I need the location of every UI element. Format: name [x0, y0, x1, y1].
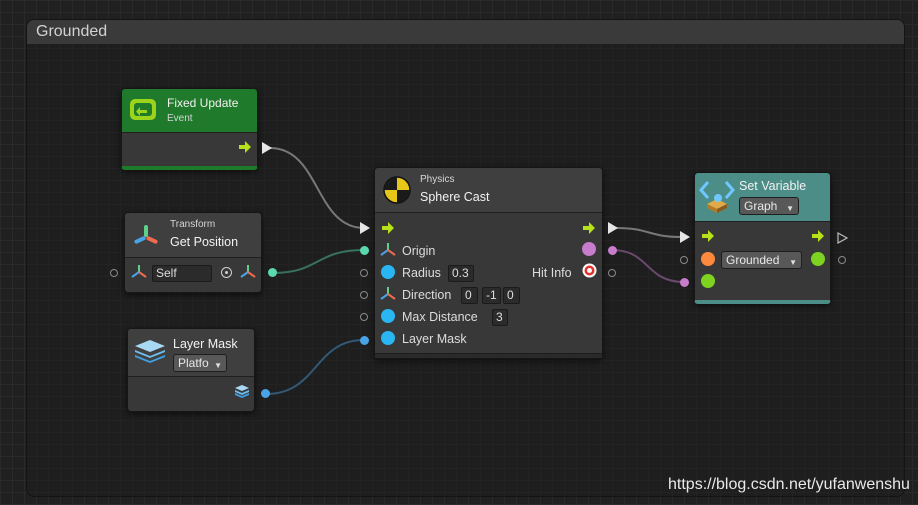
sphere-cast-footer: [375, 353, 602, 358]
get-position-target-port[interactable]: [110, 269, 118, 277]
radius-label: Radius: [402, 266, 441, 280]
variable-code-icon: [699, 181, 735, 213]
bool-input-port-icon: [701, 274, 715, 288]
layer-mask-dropdown[interactable]: Platfo ▼: [173, 354, 227, 372]
vector3-output-icon: [240, 265, 256, 278]
max-distance-field[interactable]: 3: [492, 309, 508, 326]
layer-stack-icon: [135, 340, 165, 363]
flow-in-arrow-icon[interactable]: [702, 230, 715, 242]
set-variable-bool-in-port[interactable]: [680, 278, 689, 287]
get-position-header: Transform Get Position: [125, 213, 261, 258]
chevron-down-icon: ▼: [214, 361, 222, 370]
set-variable-flow-out-port[interactable]: [837, 232, 848, 244]
set-variable-header: Set Variable Graph ▼: [695, 173, 830, 222]
sphere-cast-flow-in-port[interactable]: [360, 222, 370, 234]
origin-axes-icon: [380, 243, 396, 256]
sphere-cast-hit-info-port[interactable]: [608, 269, 616, 277]
set-variable-title: Set Variable: [739, 179, 807, 193]
get-position-title: Get Position: [170, 235, 239, 249]
set-variable-output-port[interactable]: [838, 256, 846, 264]
group-title[interactable]: Grounded: [27, 20, 904, 44]
get-position-node[interactable]: Transform Get Position Self: [124, 212, 262, 293]
sphere-cast-node[interactable]: Physics Sphere Cast Origin Radius 0.3 Di…: [374, 167, 603, 359]
variable-name-dropdown[interactable]: Grounded ▼: [721, 251, 802, 269]
sphere-cast-origin-port[interactable]: [360, 246, 369, 255]
flow-in-arrow-icon[interactable]: [382, 222, 395, 234]
sphere-cast-title: Sphere Cast: [420, 190, 490, 204]
object-port-icon: [701, 252, 715, 266]
layer-mask-node[interactable]: Layer Mask Platfo ▼: [127, 328, 255, 412]
direction-z-field[interactable]: 0: [503, 287, 520, 304]
max-distance-port-icon: [381, 309, 395, 323]
sphere-cast-layer-mask-port[interactable]: [360, 336, 369, 345]
radius-port-icon: [381, 265, 395, 279]
fixed-update-title: Fixed Update: [167, 96, 239, 110]
hit-info-bool-icon: [582, 242, 596, 256]
layermask-output-icon: [235, 385, 249, 398]
sphere-cast-max-distance-port[interactable]: [360, 313, 368, 321]
direction-label: Direction: [402, 288, 452, 302]
sphere-cast-category: Physics: [420, 174, 455, 185]
object-picker-icon[interactable]: [221, 267, 232, 278]
chevron-down-icon: ▼: [786, 204, 794, 213]
sphere-cast-header: Physics Sphere Cast: [375, 168, 602, 213]
sphere-cast-bool-out-port[interactable]: [608, 246, 617, 255]
max-distance-label: Max Distance: [402, 310, 478, 324]
sphere-cast-radius-port[interactable]: [360, 269, 368, 277]
variable-kind-value: Graph: [744, 199, 778, 213]
sphere-cast-direction-port[interactable]: [360, 291, 368, 299]
variable-name-value: Grounded: [726, 253, 780, 267]
fixed-update-header: Fixed Update Event: [122, 89, 257, 133]
layer-mask-input-label: Layer Mask: [402, 332, 467, 346]
get-position-output-port[interactable]: [268, 268, 277, 277]
layer-mask-title: Layer Mask: [173, 337, 238, 351]
fixed-update-node[interactable]: Fixed Update Event: [121, 88, 258, 170]
get-position-category: Transform: [170, 219, 216, 230]
direction-x-field[interactable]: 0: [461, 287, 478, 304]
target-self-field[interactable]: Self: [152, 265, 212, 282]
flow-out-arrow-icon[interactable]: [583, 222, 596, 234]
chevron-down-icon: ▼: [789, 258, 797, 267]
layer-mask-output-port[interactable]: [261, 389, 270, 398]
origin-label: Origin: [402, 244, 436, 258]
hit-info-label: Hit Info: [532, 266, 572, 280]
direction-axes-icon: [380, 287, 396, 300]
variable-kind-dropdown[interactable]: Graph ▼: [739, 197, 799, 215]
physics-sphere-icon: [383, 176, 411, 204]
set-variable-object-port[interactable]: [680, 256, 688, 264]
flow-out-arrow-icon[interactable]: [239, 141, 252, 153]
layer-mask-header: Layer Mask Platfo ▼: [128, 329, 254, 377]
bool-output-port-icon: [811, 252, 825, 266]
fixed-update-flow-out-port[interactable]: [262, 142, 272, 154]
radius-field[interactable]: 0.3: [448, 265, 474, 282]
transform-icon: [134, 225, 158, 244]
layer-mask-value: Platfo: [178, 356, 209, 370]
set-variable-node[interactable]: Set Variable Graph ▼ Grounded ▼: [694, 172, 831, 304]
set-variable-flow-in-port[interactable]: [680, 231, 690, 243]
fixed-update-event-icon: [130, 99, 156, 120]
fixed-update-subtitle: Event: [167, 113, 193, 124]
flow-out-arrow-icon[interactable]: [812, 230, 825, 242]
raycast-hit-icon: [582, 263, 597, 278]
watermark-url: https://blog.csdn.net/yufanwenshu: [668, 476, 910, 493]
sphere-cast-flow-out-port[interactable]: [608, 222, 618, 234]
layer-mask-port-icon: [381, 331, 395, 345]
axes-icon: [131, 265, 147, 278]
direction-y-field[interactable]: -1: [482, 287, 501, 304]
